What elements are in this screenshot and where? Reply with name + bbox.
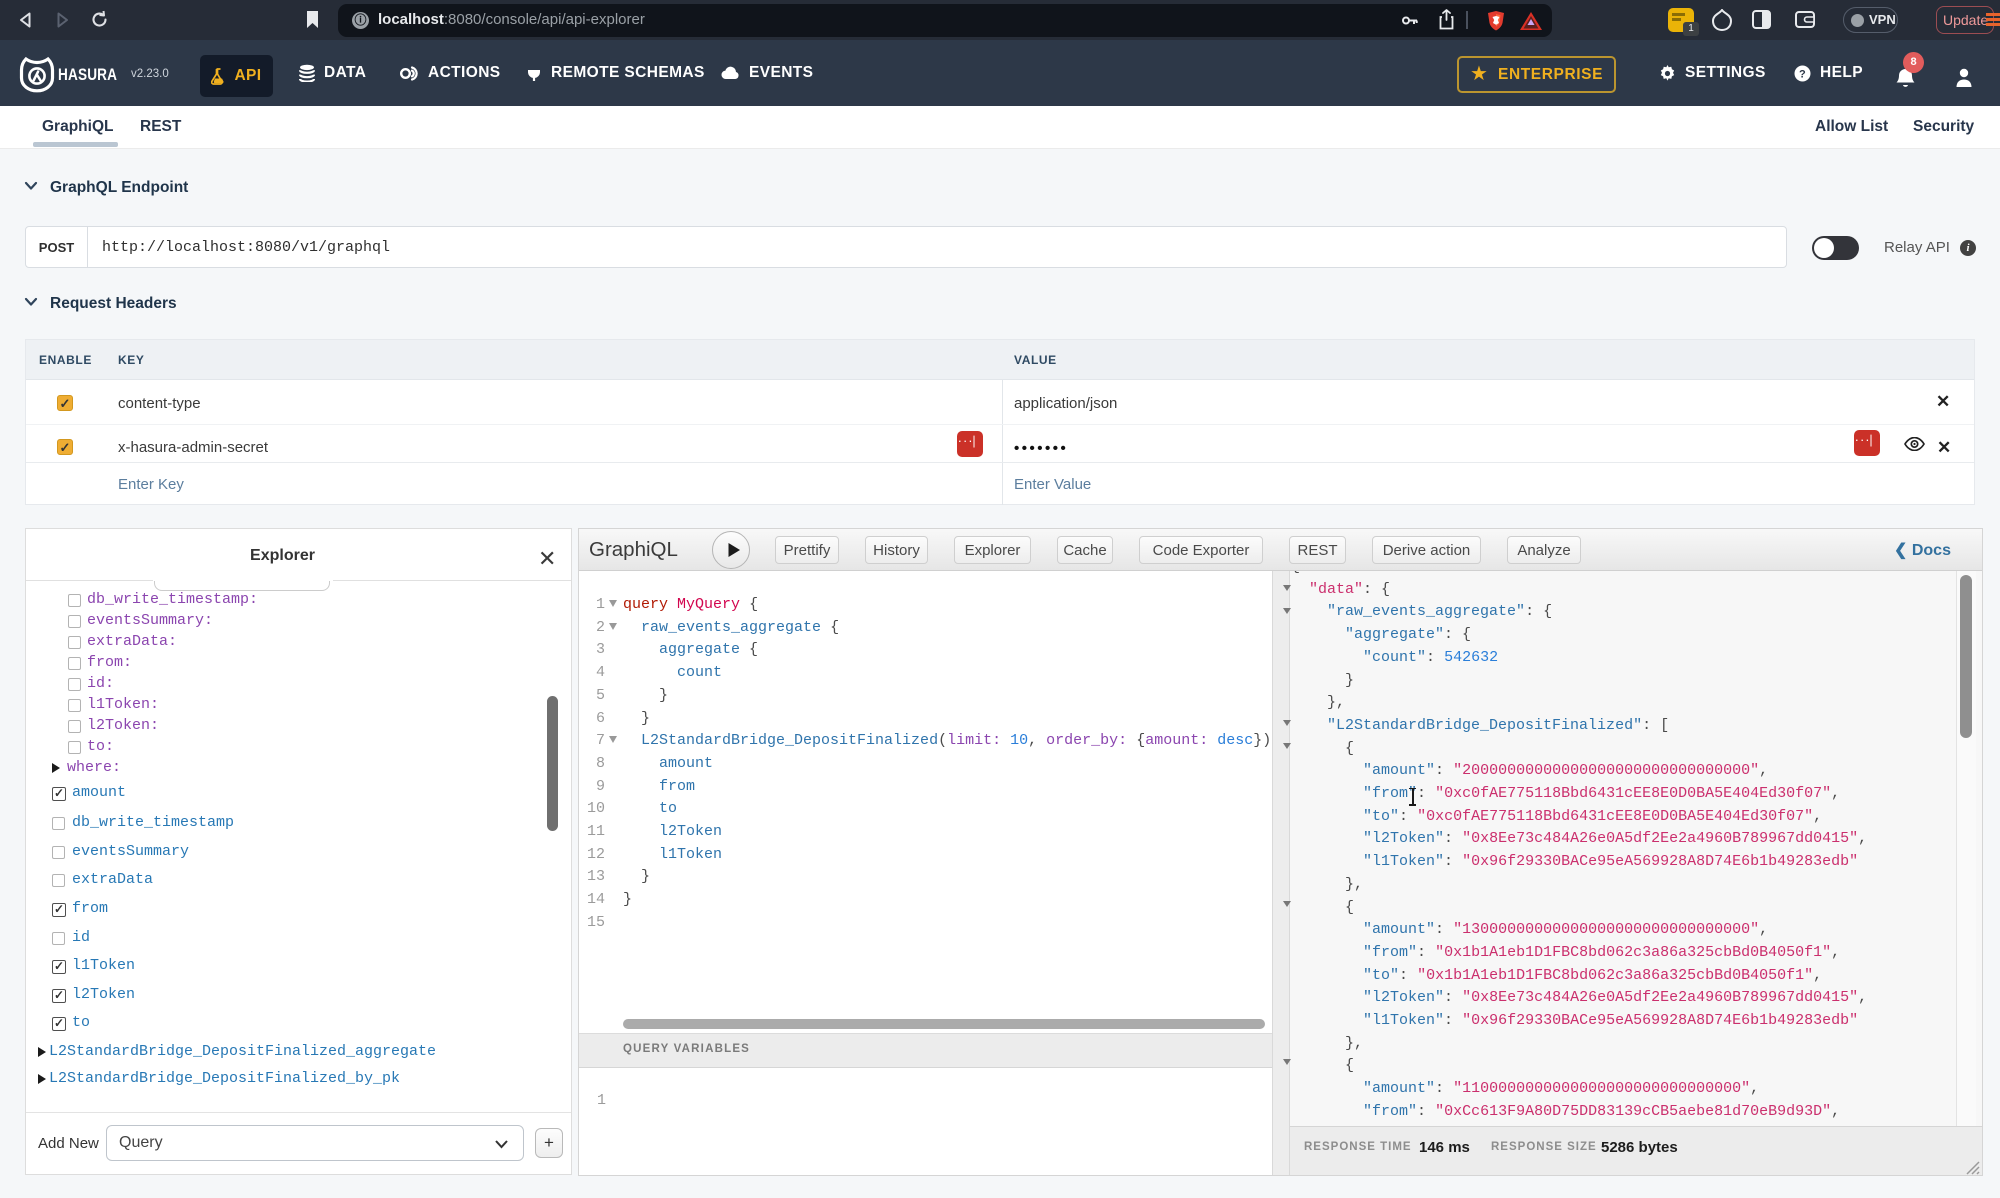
svg-text:?: ? — [1799, 68, 1806, 80]
